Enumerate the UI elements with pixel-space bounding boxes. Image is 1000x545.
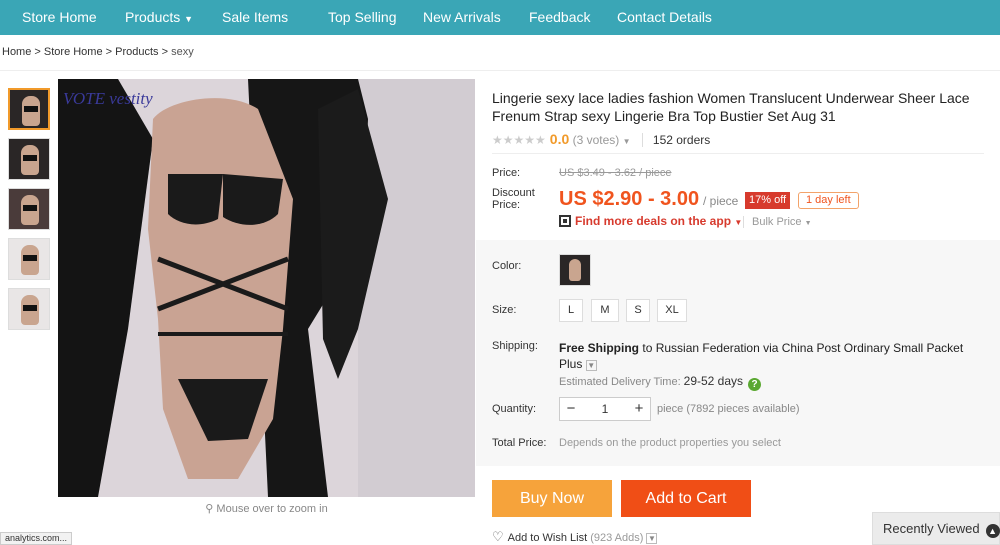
- est-delivery-days: 29-52 days: [683, 374, 744, 388]
- size-option-l[interactable]: L: [559, 299, 583, 322]
- wishlist-label: Add to Wish List: [507, 532, 588, 544]
- size-option-m[interactable]: M: [591, 299, 619, 322]
- star-rating-icon: ★★★★★: [492, 133, 546, 147]
- app-deals-label: Find more deals on the app: [575, 214, 732, 228]
- quantity-label: Quantity:: [492, 403, 537, 415]
- shipping-label: Shipping:: [492, 340, 538, 352]
- wishlist-count: (923 Adds): [590, 532, 644, 544]
- breadcrumb-products[interactable]: Products: [115, 46, 158, 58]
- thumbnail-1[interactable]: [8, 88, 50, 130]
- nav-contact-details[interactable]: Contact Details: [617, 0, 712, 35]
- recently-viewed-label: Recently Viewed: [883, 521, 980, 536]
- bulk-price-label: Bulk Price: [752, 216, 802, 228]
- estimated-delivery: Estimated Delivery Time: 29-52 days ?: [559, 374, 762, 391]
- zoom-hint-text: Mouse over to zoom in: [216, 503, 328, 515]
- nav-products[interactable]: Products ▼: [125, 0, 193, 35]
- chevron-down-icon[interactable]: ▼: [623, 137, 631, 146]
- total-price-value: Depends on the product properties you se…: [559, 437, 781, 449]
- nav-products-label: Products: [125, 9, 181, 25]
- thumbnail-figure: [21, 245, 39, 275]
- image-watermark: VOTE vestity: [63, 89, 153, 108]
- caret-down-icon: ▼: [184, 14, 194, 24]
- zoom-hint: ⚲ Mouse over to zoom in: [58, 502, 475, 515]
- app-deals-link[interactable]: Find more deals on the app ▼: [559, 214, 742, 228]
- price-label: Price:: [492, 167, 521, 179]
- thumbnail-figure: [21, 195, 39, 225]
- chevron-up-icon: ▲: [985, 524, 1000, 538]
- main-product-image[interactable]: VOTE vestity: [58, 79, 475, 497]
- discount-price-label: Discount Price:: [492, 187, 535, 211]
- discount-label-line1: Discount: [492, 187, 535, 199]
- bulk-price-dropdown[interactable]: Bulk Price ▼: [743, 216, 812, 228]
- chevron-down-icon[interactable]: ▼: [585, 360, 597, 371]
- thumbnail-2[interactable]: [8, 138, 50, 180]
- add-to-wishlist[interactable]: ♡ Add to Wish List (923 Adds) ▼: [492, 529, 658, 545]
- quantity-input[interactable]: 1: [582, 398, 628, 420]
- thumbnail-figure: [21, 145, 39, 175]
- shipping-method: Free Shipping to Russian Federation via …: [559, 340, 979, 372]
- rating-row: ★★★★★ 0.0 (3 votes) ▼ 152 orders: [492, 131, 711, 147]
- free-shipping-text: Free Shipping: [559, 341, 640, 355]
- thumbnail-figure: [21, 295, 39, 325]
- chevron-down-icon[interactable]: ▼: [646, 533, 658, 544]
- color-option-figure: [569, 259, 581, 281]
- breadcrumb-current: sexy: [171, 46, 194, 58]
- size-option-s[interactable]: S: [626, 299, 650, 322]
- buy-now-button[interactable]: Buy Now: [492, 480, 612, 517]
- help-icon[interactable]: ?: [748, 378, 762, 391]
- breadcrumb-store-home[interactable]: Store Home: [44, 46, 103, 58]
- breadcrumb: Home > Store Home > Products > sexy: [2, 46, 194, 58]
- browser-status-bar: analytics.com...: [0, 532, 73, 545]
- size-option-xl[interactable]: XL: [657, 299, 687, 322]
- qr-code-icon: [559, 215, 571, 227]
- nav-store-home[interactable]: Store Home: [22, 0, 97, 35]
- product-photo: VOTE vestity: [58, 79, 475, 497]
- divider: [0, 70, 1000, 71]
- thumbnail-4[interactable]: [8, 238, 50, 280]
- chevron-down-icon: ▼: [804, 220, 812, 227]
- thumbnail-3[interactable]: [8, 188, 50, 230]
- thumbnail-figure: [22, 96, 40, 126]
- chevron-down-icon: ▼: [734, 218, 743, 227]
- nav-sale-items[interactable]: Sale Items: [222, 0, 288, 35]
- add-to-cart-button[interactable]: Add to Cart: [621, 480, 751, 517]
- recently-viewed-tab[interactable]: Recently Viewed ▲: [872, 512, 1000, 545]
- heart-icon: ♡: [492, 529, 504, 544]
- discount-price: US $2.90 - 3.00: [559, 188, 700, 210]
- increase-quantity-button[interactable]: +: [628, 398, 650, 420]
- rating-value: 0.0: [549, 131, 570, 147]
- quantity-stepper: − 1 +: [559, 397, 651, 421]
- divider: [492, 153, 984, 154]
- original-price: US $3.49 - 3.62 / piece: [559, 167, 672, 179]
- nav-top-selling[interactable]: Top Selling: [328, 0, 397, 35]
- total-price-label: Total Price:: [492, 437, 547, 449]
- color-option[interactable]: [559, 254, 591, 286]
- discount-label-line2: Price:: [492, 199, 521, 211]
- price-unit: / piece: [703, 194, 739, 208]
- nav-new-arrivals[interactable]: New Arrivals: [423, 0, 501, 35]
- zoom-icon: ⚲: [205, 503, 214, 515]
- store-nav: Store Home Products ▼ Sale Items Top Sel…: [0, 0, 1000, 35]
- availability-text: piece (7892 pieces available): [657, 403, 800, 415]
- thumbnail-5[interactable]: [8, 288, 50, 330]
- votes-link[interactable]: (3 votes): [573, 133, 620, 147]
- nav-feedback[interactable]: Feedback: [529, 0, 590, 35]
- size-label: Size:: [492, 304, 517, 316]
- orders-count: 152 orders: [641, 133, 711, 147]
- breadcrumb-home[interactable]: Home: [2, 46, 31, 58]
- product-title: Lingerie sexy lace ladies fashion Women …: [492, 90, 970, 124]
- est-delivery-label: Estimated Delivery Time:: [559, 376, 681, 388]
- discount-badge: 17% off: [745, 192, 791, 209]
- decrease-quantity-button[interactable]: −: [560, 398, 582, 420]
- color-label: Color:: [492, 260, 522, 272]
- days-left-badge: 1 day left: [798, 192, 859, 209]
